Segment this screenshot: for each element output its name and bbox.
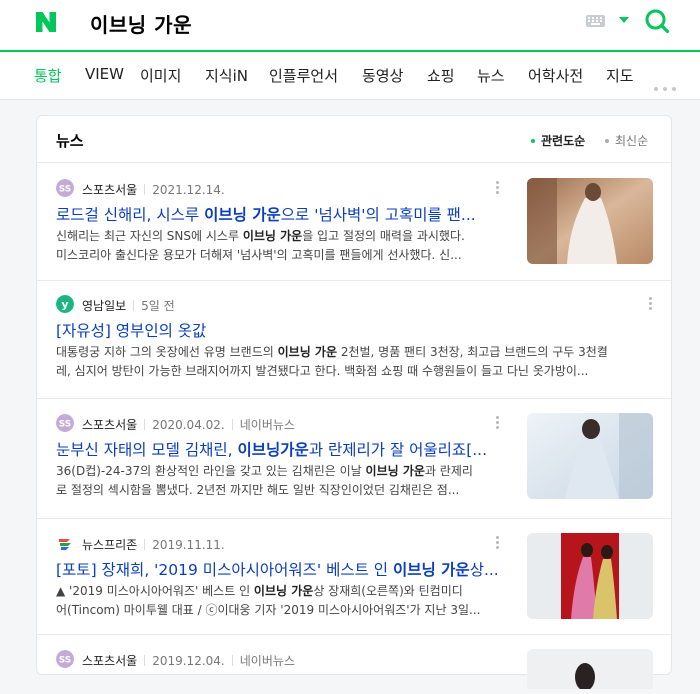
svg-text:SS: SS: [59, 185, 72, 195]
tab-integrated[interactable]: 통합: [34, 65, 62, 86]
tab-shopping[interactable]: 쇼핑: [427, 65, 455, 86]
newsfreezone-press-icon[interactable]: [56, 534, 74, 552]
news-section-title: 뉴스: [56, 132, 84, 150]
news-date: 2019.12.04.: [152, 654, 225, 668]
news-title-link[interactable]: [포토] 장재희, '2019 미스아시아어워즈' 베스트 인 이브닝 가운상.…: [56, 558, 516, 580]
news-thumbnail-image[interactable]: [527, 649, 653, 689]
news-description: ▲ '2019 미스아시아어워즈' 베스트 인 이브닝 가운상 장재희(오른쪽)…: [56, 584, 481, 617]
yeongnam-press-icon[interactable]: y: [56, 295, 74, 313]
svg-text:y: y: [61, 298, 68, 311]
news-thumbnail-image[interactable]: [527, 533, 653, 619]
naver-news-link[interactable]: 네이버뉴스: [240, 654, 295, 668]
press-name[interactable]: 스포츠서울: [82, 654, 137, 668]
news-title-link[interactable]: [자유성] 영부인의 옷값: [56, 319, 656, 341]
tab-kin[interactable]: 지식iN: [205, 65, 248, 86]
news-item: 뉴스프리존 2019.11.11. [포토] 장재희, '2019 미스아시아어워…: [37, 518, 671, 634]
svg-text:SS: SS: [59, 420, 72, 430]
news-meta: 스포츠서울 2019.12.04. 네이버뉴스: [82, 652, 295, 669]
news-description: 대통령궁 지하 그의 옷장에선 유명 브랜드의 이브닝 가운 2천벌, 명품 팬…: [56, 345, 608, 378]
news-thumbnail-image[interactable]: [527, 413, 653, 499]
press-name[interactable]: 뉴스프리존: [82, 538, 137, 552]
keyboard-icon[interactable]: [586, 15, 605, 27]
more-options-icon[interactable]: [496, 416, 500, 431]
tab-view[interactable]: VIEW: [85, 65, 124, 83]
keyboard-dropdown-arrow-icon[interactable]: [619, 17, 629, 23]
news-meta: 영남일보 5일 전: [82, 297, 175, 314]
news-date: 2020.04.02.: [152, 418, 225, 432]
tab-map[interactable]: 지도: [606, 65, 634, 86]
more-options-icon[interactable]: [649, 297, 653, 312]
press-name[interactable]: 스포츠서울: [82, 183, 137, 197]
naver-news-link[interactable]: 네이버뉴스: [240, 418, 295, 432]
sportsseoul-press-icon[interactable]: SS: [56, 414, 74, 432]
news-description: 신해리는 최근 자신의 SNS에 시스루 이브닝 가운을 입고 절정의 매력을 …: [56, 229, 465, 262]
search-tabs: 통합 VIEW 이미지 지식iN 인플루언서 동영상 쇼핑 뉴스 어학사전 지도: [0, 52, 700, 100]
more-tabs-icon[interactable]: [654, 76, 681, 95]
news-meta: 스포츠서울 2021.12.14.: [82, 181, 225, 198]
news-date: 5일 전: [141, 299, 175, 313]
svg-text:SS: SS: [59, 656, 72, 666]
press-name[interactable]: 영남일보: [82, 299, 126, 313]
sort-latest-option[interactable]: 최신순: [605, 132, 648, 149]
press-name[interactable]: 스포츠서울: [82, 418, 137, 432]
news-date: 2019.11.11.: [152, 538, 225, 552]
search-icon[interactable]: [644, 8, 670, 34]
news-item: SS 스포츠서울 2019.12.04. 네이버뉴스: [37, 634, 671, 694]
news-item: SS 스포츠서울 2020.04.02. 네이버뉴스 눈부신 자태의 모델 김채린,…: [37, 398, 671, 518]
news-meta: 뉴스프리존 2019.11.11.: [82, 536, 225, 553]
tab-video[interactable]: 동영상: [362, 65, 403, 86]
news-description: 36(D컵)-24-37의 환상적인 라인을 갖고 있는 김채린은 이날 이브닝…: [56, 464, 473, 497]
news-title-link[interactable]: 로드걸 신해리, 시스루 이브닝 가운으로 '넘사벽'의 고혹미를 팬...: [56, 203, 516, 225]
news-date: 2021.12.14.: [152, 183, 225, 197]
tab-news[interactable]: 뉴스: [477, 65, 505, 86]
sportsseoul-press-icon[interactable]: SS: [56, 179, 74, 197]
tab-dictionary[interactable]: 어학사전: [528, 65, 583, 86]
sportsseoul-press-icon[interactable]: SS: [56, 650, 74, 668]
news-meta: 스포츠서울 2020.04.02. 네이버뉴스: [82, 416, 295, 433]
news-item: y 영남일보 5일 전 [자유성] 영부인의 옷값 대통령궁 지하 그의 옷장에선…: [37, 280, 671, 398]
news-item: SS 스포츠서울 2021.12.14. 로드걸 신해리, 시스루 이브닝 가운으…: [37, 162, 671, 280]
tab-influencer[interactable]: 인플루언서: [269, 65, 338, 86]
news-thumbnail-image[interactable]: [527, 178, 653, 264]
more-options-icon[interactable]: [496, 181, 500, 196]
naver-logo-icon[interactable]: [34, 10, 58, 34]
news-section: 뉴스 관련도순 최신순 SS 스포츠서울 2021.12.14. 로드걸 신해리,…: [36, 115, 672, 689]
more-options-icon[interactable]: [496, 536, 500, 551]
search-header: 이브닝 가운: [0, 0, 700, 52]
tab-image[interactable]: 이미지: [140, 65, 181, 86]
sort-relevance-option[interactable]: 관련도순: [531, 132, 585, 149]
news-title-link[interactable]: 눈부신 자태의 모델 김채린, 이브닝가운과 란제리가 잘 어울리죠[...: [56, 438, 516, 460]
search-query[interactable]: 이브닝 가운: [90, 9, 192, 38]
